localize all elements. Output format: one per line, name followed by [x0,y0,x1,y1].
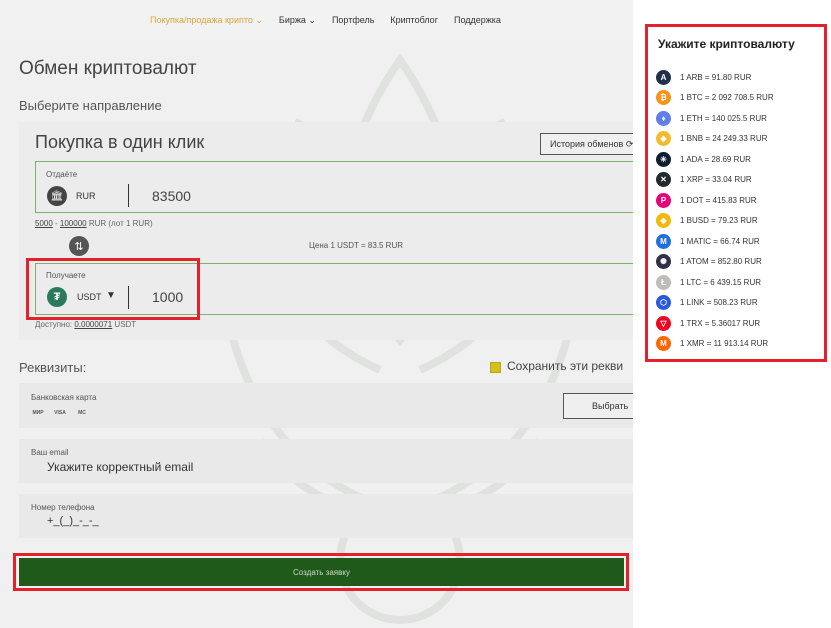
crypto-item[interactable]: ♦ 1 ETH = 140 025.5 RUR [656,108,774,129]
crypto-rate-text: 1 ARB = 91.80 RUR [680,72,752,82]
crypto-item[interactable]: ◆ 1 BNB = 24 249.33 RUR [656,129,774,150]
crypto-rate-text: 1 XMR = 11 913.14 RUR [680,339,769,349]
crypto-item[interactable]: ✳ 1 ADA = 28.69 RUR [656,149,774,170]
crypto-item[interactable]: ◈ 1 BUSD = 79.23 RUR [656,211,774,232]
available-value-link[interactable]: 0.0000071 [74,320,112,329]
phone-input[interactable]: +_(_)_-_-_ [47,515,99,527]
crypto-rate-text: 1 LINK = 508.23 RUR [680,298,758,308]
get-highlight-box [26,258,200,320]
crypto-rate-text: 1 DOT = 415.83 RUR [680,195,757,205]
crypto-item[interactable]: ▽ 1 TRX = 5.36017 RUR [656,313,774,334]
give-label: Отдаёте [46,170,78,179]
payment-logos: МИР VISA MC [31,409,89,417]
limit-suffix: RUR (лот 1 RUR) [86,219,153,228]
eth-icon: ♦ [656,110,671,126]
limit-min-link[interactable]: 5000 [35,219,53,228]
crypto-rate-text: 1 TRX = 5.36017 RUR [680,318,761,328]
crypto-item[interactable]: A 1 ARB = 91.80 RUR [656,67,774,88]
swap-icon[interactable]: ⇅ [69,236,89,256]
available-text: Доступно: 0.0000071 USDT [35,320,136,329]
top-navigation: Покупка/продажа крипто ⌄ Биржа ⌄ Портфел… [0,0,633,40]
crypto-rate-text: 1 LTC = 6 439.15 RUR [680,277,762,287]
crypto-rate-text: 1 XRP = 33.04 RUR [680,175,752,185]
trx-icon: ▽ [656,315,671,331]
card-title: Покупка в один клик [35,132,205,152]
history-button[interactable]: История обменов ⟳ [540,133,633,155]
exchange-page: Покупка/продажа крипто ⌄ Биржа ⌄ Портфел… [0,0,633,628]
crypto-rate-text: 1 ATOM = 852.80 RUR [680,257,762,267]
nav-exchange[interactable]: Биржа ⌄ [279,15,316,26]
crypto-rate-text: 1 MATIC = 66.74 RUR [680,236,760,246]
crypto-rate-text: 1 BTC = 2 092 708.5 RUR [680,93,774,103]
busd-icon: ◈ [656,213,671,229]
nav-support[interactable]: Поддержка [454,15,501,25]
crypto-item[interactable]: ₿ 1 BTC = 2 092 708.5 RUR [656,88,774,109]
bank-icon: 🏛 [47,186,67,206]
crypto-rate-text: 1 BNB = 24 249.33 RUR [680,134,768,144]
crypto-item[interactable]: M 1 MATIC = 66.74 RUR [656,231,774,252]
crypto-list: A 1 ARB = 91.80 RUR ₿ 1 BTC = 2 092 708.5 R… [656,67,774,354]
limits-text: 5000 - 100000 RUR (лот 1 RUR) [35,219,153,228]
nav-cryptoblog[interactable]: Криптоблог [390,15,438,25]
link-icon: ⬡ [656,295,671,311]
direction-label: Выберите направление [19,98,162,113]
matic-icon: M [656,233,671,249]
crypto-item[interactable]: P 1 DOT = 415.83 RUR [656,190,774,211]
visa-logo-icon: VISA [54,410,66,416]
crypto-selection-panel: Укажите криптовалюту A 1 ARB = 91.80 RUR ₿… [645,24,827,362]
bank-card-label: Банковская карта [31,393,97,402]
email-input[interactable]: Укажите корректный email [47,460,193,474]
save-checkbox[interactable] [490,362,501,373]
limit-dash: - [52,219,60,228]
xmr-icon: M [656,336,671,352]
give-amount-input[interactable]: 83500 [152,188,191,204]
available-suffix: USDT [112,320,137,329]
xrp-icon: ✕ [656,172,671,188]
btc-icon: ₿ [656,90,671,106]
bank-card-field[interactable] [19,383,633,428]
bnb-icon: ◆ [656,131,671,147]
ada-icon: ✳ [656,151,671,167]
crypto-item[interactable]: ✺ 1 ATOM = 852.80 RUR [656,252,774,273]
nav-portfolio[interactable]: Портфель [332,15,374,25]
crypto-rate-text: 1 ADA = 28.69 RUR [680,154,751,164]
crypto-panel-title: Укажите криптовалюту [658,37,795,51]
crypto-rate-text: 1 BUSD = 79.23 RUR [680,216,758,226]
atom-icon: ✺ [656,254,671,270]
crypto-item[interactable]: ⬡ 1 LINK = 508.23 RUR [656,293,774,314]
dot-icon: P [656,192,671,208]
requisites-label: Реквизиты: [19,360,87,375]
crypto-item[interactable]: ✕ 1 XRP = 33.04 RUR [656,170,774,191]
mastercard-logo-icon: MC [78,410,86,416]
give-currency[interactable]: RUR [76,191,96,201]
available-prefix: Доступно: [35,320,75,329]
ltc-icon: Ł [656,274,671,290]
email-label: Ваш email [31,448,69,457]
save-label[interactable]: Сохранить эти рекви [507,359,623,373]
give-field[interactable] [35,161,633,213]
price-text: Цена 1 USDT = 83.5 RUR [309,241,404,250]
give-divider [128,184,129,207]
crypto-rate-text: 1 ETH = 140 025.5 RUR [680,113,767,123]
nav-buy-sell[interactable]: Покупка/продажа крипто ⌄ [150,15,263,26]
submit-highlight-box [13,553,629,591]
crypto-item[interactable]: M 1 XMR = 11 913.14 RUR [656,334,774,355]
arb-icon: A [656,69,671,85]
mir-logo-icon: МИР [32,410,44,416]
select-card-button[interactable]: Выбрать [563,393,633,419]
limit-max-link[interactable]: 100000 [60,219,87,228]
phone-field[interactable] [19,494,633,538]
crypto-item[interactable]: Ł 1 LTC = 6 439.15 RUR [656,272,774,293]
page-title: Обмен криптовалют [19,58,197,79]
phone-label: Номер телефона [31,503,95,512]
